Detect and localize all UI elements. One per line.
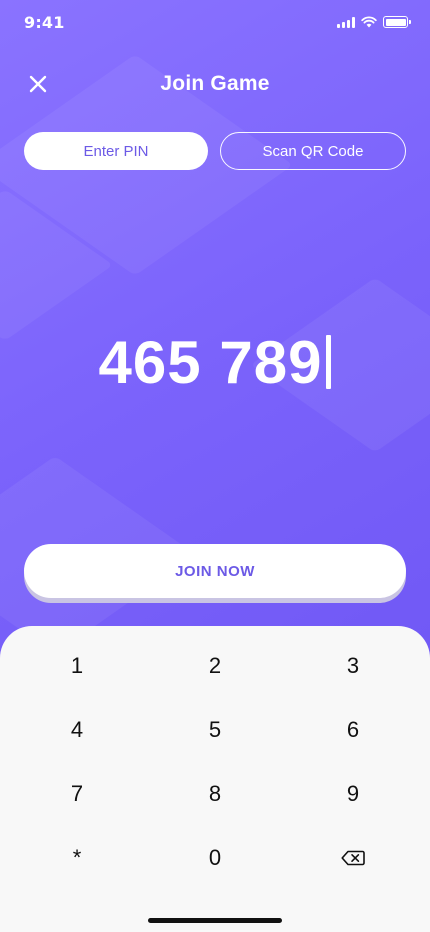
status-icons [337,16,411,28]
text-cursor [326,335,332,389]
tab-enter-pin[interactable]: Enter PIN [24,132,208,170]
key-7[interactable]: 7 [8,762,146,826]
page-title: Join Game [160,72,270,95]
key-8[interactable]: 8 [146,762,284,826]
join-now-button[interactable]: JOIN NOW [24,544,406,598]
key-asterisk[interactable]: * [8,826,146,890]
key-2[interactable]: 2 [146,634,284,698]
key-4[interactable]: 4 [8,698,146,762]
key-0[interactable]: 0 [146,826,284,890]
backspace-key[interactable] [284,826,422,890]
join-game-screen: 9:41 Join Game Enter PIN Scan QR Code 46… [0,0,430,932]
key-6[interactable]: 6 [284,698,422,762]
numeric-keypad: 1 2 3 4 5 6 7 8 9 * 0 [0,626,430,932]
key-1[interactable]: 1 [8,634,146,698]
pin-input[interactable]: 465 789 [0,322,430,402]
backspace-icon [341,850,365,866]
header: Join Game [0,60,430,108]
close-button[interactable] [24,70,52,98]
pin-value: 465 789 [98,328,323,396]
tab-scan-qr-code[interactable]: Scan QR Code [220,132,406,170]
mode-tabs: Enter PIN Scan QR Code [24,132,406,170]
battery-icon [383,16,411,28]
status-bar: 9:41 [0,0,430,44]
home-indicator [148,918,282,923]
key-9[interactable]: 9 [284,762,422,826]
key-3[interactable]: 3 [284,634,422,698]
wifi-icon [361,16,377,28]
keypad-grid: 1 2 3 4 5 6 7 8 9 * 0 [8,634,422,890]
key-5[interactable]: 5 [146,698,284,762]
signal-icon [337,16,355,28]
close-icon [29,75,47,93]
status-time: 9:41 [24,12,65,32]
